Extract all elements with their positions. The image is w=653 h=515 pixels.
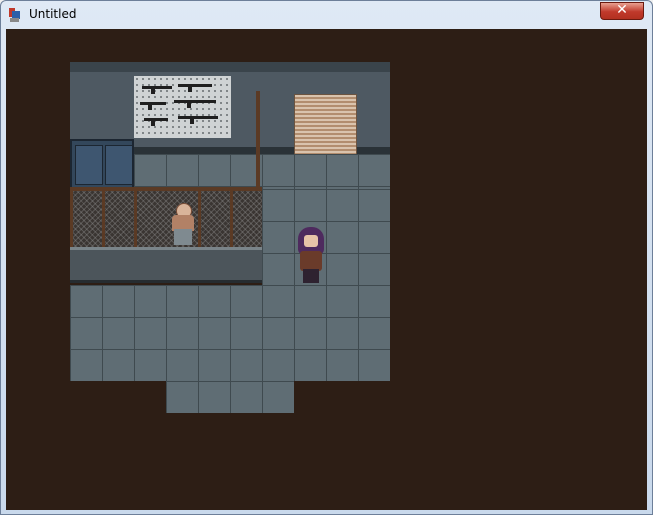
rifle-sprite xyxy=(144,118,168,126)
shopkeeper-stand xyxy=(174,229,192,245)
shop-counter[interactable] xyxy=(70,247,262,283)
rifle-sprite xyxy=(178,116,218,124)
player-face xyxy=(304,235,318,247)
booth-pillar xyxy=(256,91,260,191)
application-window: Untitled ✕ xyxy=(0,0,653,515)
booth-post xyxy=(134,189,137,247)
floor-lower xyxy=(166,381,294,413)
wall-top xyxy=(70,62,390,72)
close-icon: ✕ xyxy=(616,2,628,18)
title-bar[interactable]: Untitled ✕ xyxy=(1,1,652,29)
close-button[interactable]: ✕ xyxy=(600,2,644,20)
player-legs xyxy=(303,269,319,283)
booth-post xyxy=(230,189,233,247)
booth-post xyxy=(198,189,201,247)
booth-post xyxy=(70,189,73,247)
rifle-sprite xyxy=(142,86,172,94)
floor-main xyxy=(70,285,390,381)
locker-door xyxy=(75,145,103,185)
booth-rail xyxy=(70,187,262,191)
rifle-sprite xyxy=(174,100,216,108)
metal-locker[interactable] xyxy=(70,139,134,189)
rifle-sprite xyxy=(140,102,166,110)
player-body xyxy=(300,251,322,271)
floor-upper-right xyxy=(134,154,390,189)
wire-mesh-screen xyxy=(70,189,262,247)
locker-door xyxy=(105,145,133,185)
floor-right-column xyxy=(262,189,390,285)
rpg-maker-icon xyxy=(9,8,20,22)
shutter-door[interactable] xyxy=(294,94,357,156)
game-viewport[interactable] xyxy=(6,29,647,510)
weapon-pegboard[interactable] xyxy=(134,76,231,138)
booth-post xyxy=(102,189,105,247)
rifle-sprite xyxy=(178,84,212,92)
window-title: Untitled xyxy=(29,7,77,21)
